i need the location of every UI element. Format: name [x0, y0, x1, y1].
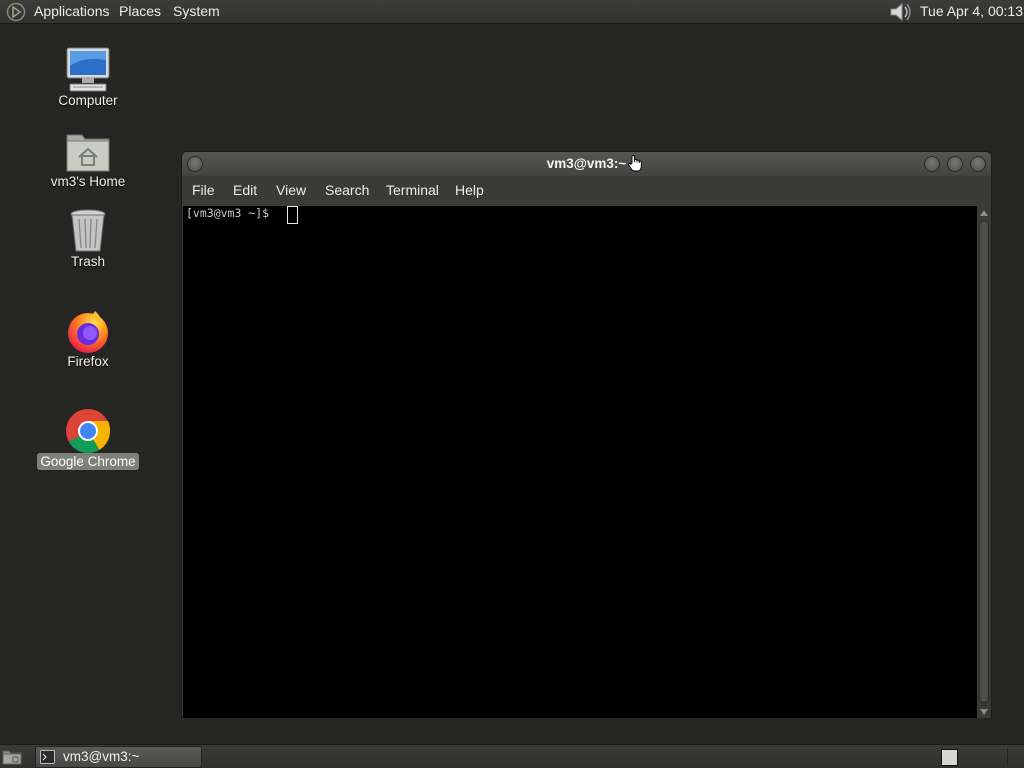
workspace-switcher[interactable]	[941, 749, 958, 766]
close-button[interactable]	[970, 156, 986, 172]
menu-terminal[interactable]: Terminal	[386, 182, 439, 198]
bottom-panel: vm3@vm3:~	[0, 744, 1024, 768]
desktop-icon-firefox[interactable]: Firefox	[28, 307, 148, 371]
desktop-icon-label: Firefox	[67, 354, 109, 369]
minimize-button[interactable]	[924, 156, 940, 172]
scroll-down-arrow-icon[interactable]	[980, 709, 988, 715]
desktop-icon-label: vm3's Home	[50, 174, 126, 189]
terminal-icon	[40, 750, 55, 764]
computer-icon	[66, 47, 110, 92]
panel-separator	[1007, 748, 1008, 766]
gnome-foot-icon[interactable]	[5, 2, 27, 22]
menu-places[interactable]: Places	[119, 3, 161, 19]
window-title: vm3@vm3:~	[546, 156, 627, 171]
desktop-icon-label: Trash	[70, 254, 105, 269]
speaker-icon[interactable]	[887, 1, 913, 23]
menu-system[interactable]: System	[173, 3, 220, 19]
desktop-icon-trash[interactable]: Trash	[28, 207, 148, 271]
desktop-icon-label: Google Chrome	[28, 453, 148, 470]
hand-cursor-icon	[628, 155, 642, 172]
desktop-icon-computer[interactable]: Computer	[28, 46, 148, 110]
terminal-window: vm3@vm3:~ File Edit View Search Terminal…	[181, 151, 992, 718]
maximize-button[interactable]	[947, 156, 963, 172]
menu-view[interactable]: View	[276, 182, 306, 198]
home-folder-icon	[66, 134, 110, 172]
desktop-icon-chrome[interactable]: Google Chrome	[28, 407, 148, 471]
taskbar-button-terminal[interactable]: vm3@vm3:~	[35, 746, 202, 768]
shell-prompt: [vm3@vm3 ~]$	[186, 206, 277, 220]
text-cursor	[287, 206, 298, 224]
desktop-icon-label: Computer	[58, 93, 118, 108]
taskbar-button-label: vm3@vm3:~	[63, 749, 140, 764]
desktop-icon-home[interactable]: vm3's Home	[28, 127, 148, 191]
chrome-icon	[66, 409, 111, 454]
scroll-up-arrow-icon[interactable]	[980, 210, 988, 216]
menu-search[interactable]: Search	[325, 182, 369, 198]
menu-applications[interactable]: Applications	[34, 3, 110, 19]
window-titlebar[interactable]: vm3@vm3:~	[182, 152, 991, 176]
trash-icon	[70, 209, 106, 252]
terminal-menubar: File Edit View Search Terminal Help	[182, 176, 991, 206]
show-desktop-icon[interactable]	[2, 748, 22, 766]
terminal-area[interactable]: [vm3@vm3 ~]$	[183, 206, 977, 718]
menu-file[interactable]: File	[192, 182, 215, 198]
firefox-icon	[68, 311, 108, 353]
scrollbar-thumb[interactable]	[979, 220, 989, 703]
menu-edit[interactable]: Edit	[233, 182, 257, 198]
terminal-scrollbar[interactable]	[977, 206, 991, 718]
menu-help[interactable]: Help	[455, 182, 484, 198]
top-panel: Applications Places System Tue Apr 4, 00…	[0, 0, 1024, 24]
clock[interactable]: Tue Apr 4, 00:13	[920, 3, 1023, 19]
